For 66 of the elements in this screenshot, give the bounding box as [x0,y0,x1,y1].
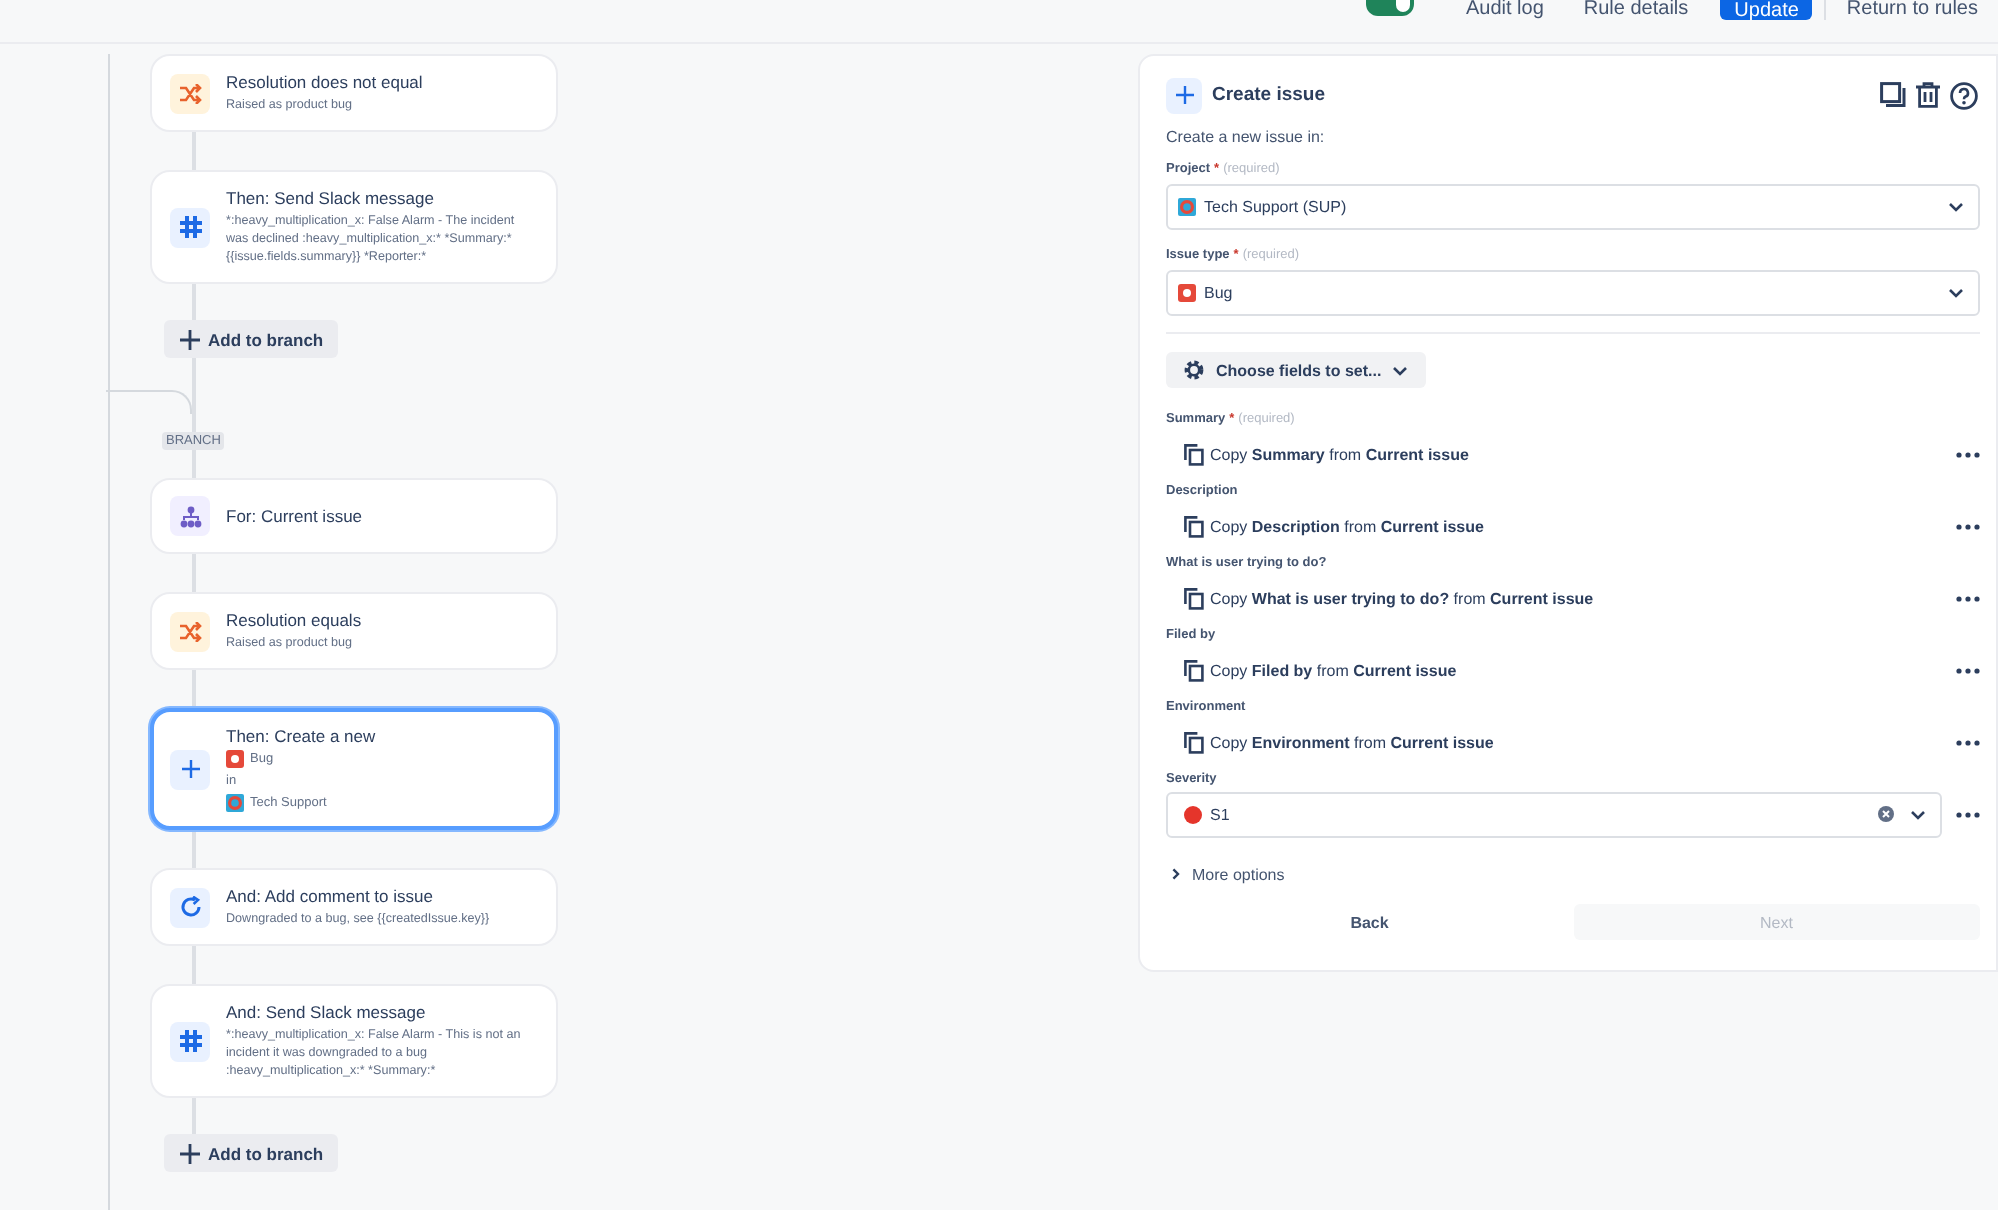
more-icon [1956,811,1980,817]
plus-icon [180,329,200,349]
hierarchy-icon [170,496,210,536]
plus-icon [180,1143,200,1163]
select-field[interactable]: Bug [1166,270,1980,316]
bug-icon [226,750,244,768]
copy-icon [1880,82,1906,108]
chevron-down-icon [1910,809,1926,819]
chevron-right-icon [1172,868,1180,880]
clear-icon [1878,806,1894,822]
card-title: And: Add comment to issue [226,886,435,906]
back-button[interactable]: Back [1166,904,1573,940]
nav-button[interactable]: Rule details [1563,0,1709,18]
copy-value: Copy Filed by from Current issue [1210,661,1457,679]
select-field[interactable]: Tech Support (SUP) [1166,184,1980,230]
more-icon [1956,451,1980,457]
rule-card[interactable]: For: Current issue [150,478,558,554]
project-icon [226,794,244,812]
more-icon [1956,667,1980,673]
gear-icon [1182,358,1206,382]
project-icon [1178,198,1196,216]
hash-icon [170,207,210,247]
toggle-switch[interactable] [1365,0,1414,16]
copy-value: Copy Environment from Current issue [1210,733,1494,751]
copy-icon [1184,587,1204,609]
copy-value: Copy Description from Current issue [1210,517,1484,535]
chevron-down-icon [1391,365,1408,375]
shuffle-icon [170,73,210,113]
card-title: Resolution equals [226,610,362,630]
card-title: And: Send Slack message [226,1002,428,1022]
copy-icon [1184,443,1204,465]
copy-icon [1184,515,1204,537]
card-title: Resolution does not equal [226,72,423,92]
update-button[interactable]: Update [1720,0,1813,20]
trash-icon [1916,82,1940,108]
copy-icon [1184,659,1204,681]
copy-value: Copy What is user trying to do? from Current issue [1210,589,1594,607]
card-title: Then: Send Slack message [226,188,436,208]
plus-icon [170,749,210,789]
hash-icon [170,1021,210,1061]
bug-icon [1178,284,1196,302]
more-options-button[interactable]: More options [1166,862,1291,886]
chevron-down-icon [1948,288,1964,298]
plus-icon [1166,77,1202,113]
select-field[interactable]: S1 [1166,791,1942,837]
more-icon [1956,595,1980,601]
more-icon [1956,523,1980,529]
select-value: Bug [1204,284,1233,302]
refresh-icon [170,887,210,927]
add-to-branch-button[interactable]: Add to branch [164,320,338,358]
add-to-branch-button[interactable]: Add to branch [164,1134,338,1172]
copy-icon [1184,731,1204,753]
chevron-down-icon [1948,202,1964,212]
panel-title: Create issue [1212,84,1326,106]
nav-button[interactable]: Return to rules [1826,0,1998,18]
copy-value: Copy Summary from Current issue [1210,445,1469,463]
card-title: Then: Create a new [226,726,376,746]
choose-fields-button[interactable]: Choose fields to set... [1166,352,1426,388]
nav-button[interactable]: Audit log [1445,0,1564,18]
select-value: Tech Support (SUP) [1204,198,1347,216]
intro-text: Create a new issue in: [1166,128,1327,146]
select-value: S1 [1210,805,1230,823]
help-icon [1950,81,1978,109]
shuffle-icon [170,611,210,651]
card-title: For: Current issue [226,506,363,526]
more-icon [1956,739,1980,745]
